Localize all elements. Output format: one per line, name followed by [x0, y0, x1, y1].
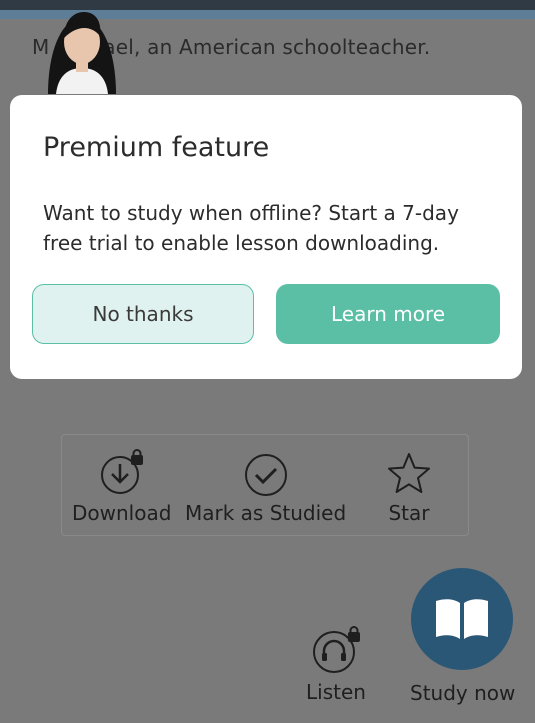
headphones-locked-icon	[312, 626, 360, 673]
book-icon	[436, 599, 488, 639]
no-thanks-button[interactable]: No thanks	[32, 284, 254, 344]
star-outline-icon	[388, 453, 430, 493]
download-locked-icon	[100, 449, 143, 494]
mark-studied-action[interactable]: Mark as Studied	[185, 449, 346, 525]
star-label: Star	[388, 501, 430, 525]
download-label: Download	[72, 501, 172, 525]
listen-label: Listen	[306, 680, 366, 704]
download-action[interactable]: Download	[72, 449, 171, 525]
lesson-actions-panel: Download Mark as Studied Star	[61, 434, 469, 536]
study-now-button[interactable]	[411, 568, 513, 670]
star-action[interactable]: Star	[385, 449, 433, 525]
learn-more-button[interactable]: Learn more	[276, 284, 500, 344]
premium-feature-dialog: Premium feature Want to study when offli…	[10, 95, 522, 379]
listen-action[interactable]: Listen	[306, 624, 366, 704]
check-circle-icon	[244, 454, 287, 496]
mark-studied-label: Mark as Studied	[185, 501, 347, 525]
dialog-message: Want to study when offline? Start a 7-da…	[43, 201, 459, 255]
teacher-avatar	[34, 2, 130, 94]
dialog-title: Premium feature	[43, 132, 270, 163]
study-now-label[interactable]: Study now	[410, 681, 515, 705]
